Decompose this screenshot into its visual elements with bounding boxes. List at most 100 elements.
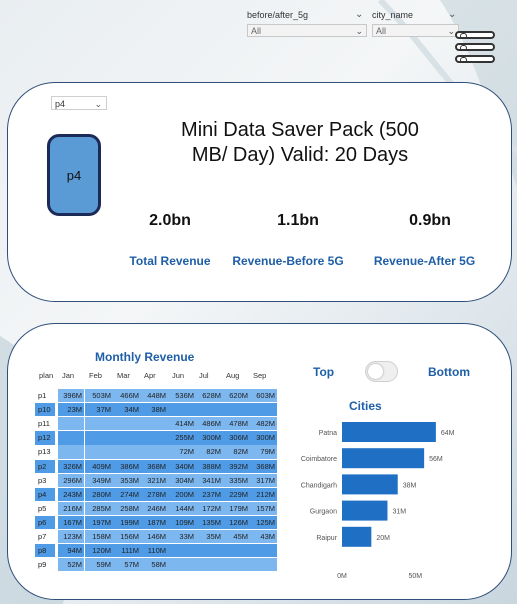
matrix-value-cell bbox=[140, 445, 168, 459]
matrix-plan-cell[interactable]: p2 bbox=[35, 459, 55, 473]
matrix-value-cell: 486M bbox=[195, 417, 223, 431]
matrix-value-cell: 82M bbox=[195, 445, 223, 459]
city-bar[interactable] bbox=[342, 448, 425, 469]
pack-title-line: Mini Data Saver Pack (500 bbox=[181, 119, 419, 141]
city-bar-data-label: 20M bbox=[376, 535, 390, 542]
pack-title: Mini Data Saver Pack (500 MB/ Day) Valid… bbox=[150, 118, 450, 168]
matrix-value-cell: 57M bbox=[113, 558, 141, 572]
city-bar[interactable] bbox=[342, 422, 436, 442]
chevron-down-icon[interactable]: ⌄ bbox=[355, 9, 363, 20]
city-bar[interactable] bbox=[342, 474, 398, 495]
pack-title-line: MB/ Day) Valid: 20 Days bbox=[191, 144, 409, 166]
city-tick-label: Patna bbox=[319, 430, 337, 437]
matrix-value-cell: 109M bbox=[168, 515, 196, 530]
matrix-plan-cell[interactable]: p4 bbox=[35, 487, 55, 501]
matrix-value-cell: 111M bbox=[113, 544, 141, 558]
matrix-value-cell bbox=[249, 558, 277, 572]
filter-value: All bbox=[376, 26, 387, 36]
matrix-plan-cell[interactable]: p13 bbox=[35, 445, 55, 458]
matrix-value-cell: 353M bbox=[113, 473, 141, 487]
matrix-header-cell: Jan bbox=[62, 371, 75, 380]
monthly-revenue-title: Monthly Revenue bbox=[95, 350, 195, 364]
matrix-value-cell: 349M bbox=[85, 473, 113, 487]
matrix-plan-cell[interactable]: p3 bbox=[35, 474, 55, 487]
matrix-plan-cell[interactable]: p9 bbox=[35, 558, 55, 571]
matrix-value-cell: 321M bbox=[140, 473, 168, 487]
plan-dropdown-value: p4 bbox=[55, 99, 66, 109]
matrix-value-cell: 296M bbox=[58, 473, 84, 487]
matrix-value-cell: 368M bbox=[140, 459, 168, 473]
matrix-value-cell: 38M bbox=[140, 403, 168, 417]
matrix-value-cell: 306M bbox=[222, 431, 250, 445]
matrix-value-cell: 229M bbox=[222, 487, 250, 501]
matrix-value-cell: 59M bbox=[85, 558, 113, 572]
matrix-value-cell: 23M bbox=[58, 403, 84, 417]
kpi-revenue-after-label: Revenue-After 5G bbox=[373, 254, 476, 268]
matrix-value-cell: 120M bbox=[85, 544, 113, 558]
matrix-value-cell: 157M bbox=[249, 501, 277, 516]
matrix-plan-cell[interactable]: p11 bbox=[35, 417, 55, 430]
matrix-value-cell bbox=[195, 403, 223, 417]
matrix-value-cell: 126M bbox=[222, 515, 250, 530]
matrix-value-cell: 386M bbox=[113, 459, 141, 473]
chevron-down-icon: ⌄ bbox=[94, 99, 102, 109]
matrix-plan-cell[interactable]: p7 bbox=[35, 530, 55, 543]
toggle-knob[interactable] bbox=[368, 364, 383, 379]
chevron-down-icon: ⌄ bbox=[447, 26, 455, 36]
plan-badge-label: p4 bbox=[66, 167, 82, 183]
matrix-plan-cell[interactable]: p12 bbox=[35, 431, 55, 445]
matrix-value-cell: 45M bbox=[222, 530, 250, 544]
matrix-value-cell: 156M bbox=[113, 530, 141, 544]
matrix-value-cell bbox=[140, 431, 168, 445]
matrix-value-cell: 58M bbox=[140, 558, 168, 572]
matrix-value-cell: 396M bbox=[58, 389, 84, 403]
matrix-value-cell: 388M bbox=[195, 459, 223, 473]
filter-dropdown[interactable]: All ⌄ bbox=[247, 24, 367, 37]
city-bar[interactable] bbox=[342, 500, 388, 521]
matrix-value-cell: 135M bbox=[195, 515, 223, 530]
matrix-value-cell: 243M bbox=[58, 487, 84, 501]
toggle-top-label: Top bbox=[313, 365, 335, 379]
x-axis-tick-label: 0M bbox=[337, 573, 347, 580]
chevron-down-icon[interactable]: ⌄ bbox=[448, 9, 456, 20]
matrix-plan-cell[interactable]: p5 bbox=[35, 502, 55, 515]
plan-badge: p4 bbox=[47, 134, 101, 216]
matrix-value-cell bbox=[140, 417, 168, 431]
matrix-value-cell: 197M bbox=[85, 515, 113, 530]
city-bar[interactable] bbox=[342, 526, 372, 547]
matrix-value-cell: 285M bbox=[85, 501, 113, 516]
cities-bar-chart: Patna 64M Coimbatore 56M Chandigarh 38M Gurgao… bbox=[301, 422, 455, 580]
kpi-revenue-after-value: 0.9bn bbox=[409, 212, 451, 229]
filter-dropdown[interactable]: All ⌄ bbox=[372, 24, 459, 37]
matrix-header-cell: Jul bbox=[199, 371, 209, 380]
matrix-value-cell: 158M bbox=[85, 530, 113, 544]
x-axis-tick-label: 50M bbox=[409, 573, 423, 580]
matrix-value-cell bbox=[85, 445, 113, 459]
menu-icon[interactable] bbox=[455, 31, 499, 69]
matrix-plan-cell[interactable]: p8 bbox=[35, 544, 55, 558]
matrix-value-cell: 326M bbox=[58, 459, 84, 473]
matrix-header-cell: Feb bbox=[89, 371, 102, 380]
matrix-value-cell bbox=[249, 544, 277, 558]
matrix-header-cell: Apr bbox=[144, 371, 156, 380]
matrix-value-cell: 317M bbox=[249, 473, 277, 487]
matrix-value-cell: 34M bbox=[113, 403, 141, 417]
matrix-value-cell: 603M bbox=[249, 389, 277, 403]
city-bar-data-label: 56M bbox=[429, 456, 443, 463]
matrix-value-cell: 409M bbox=[85, 459, 113, 473]
matrix-value-cell bbox=[168, 544, 196, 558]
matrix-plan-cell[interactable]: p6 bbox=[35, 515, 55, 530]
matrix-value-cell: 35M bbox=[195, 530, 223, 544]
matrix-header-cell: Sep bbox=[253, 371, 267, 380]
matrix-plan-cell[interactable]: p1 bbox=[35, 389, 55, 402]
matrix-value-cell bbox=[58, 431, 84, 445]
filter-value: All bbox=[251, 26, 262, 36]
matrix-value-cell: 414M bbox=[168, 417, 196, 431]
matrix-value-cell: 237M bbox=[195, 487, 223, 501]
matrix-value-cell: 300M bbox=[195, 431, 223, 445]
matrix-value-cell bbox=[113, 445, 141, 459]
matrix-value-cell: 258M bbox=[113, 501, 141, 516]
plan-dropdown[interactable]: p4 ⌄ bbox=[51, 96, 107, 110]
matrix-plan-cell[interactable]: p10 bbox=[35, 403, 55, 417]
top-bottom-toggle[interactable] bbox=[365, 361, 398, 382]
